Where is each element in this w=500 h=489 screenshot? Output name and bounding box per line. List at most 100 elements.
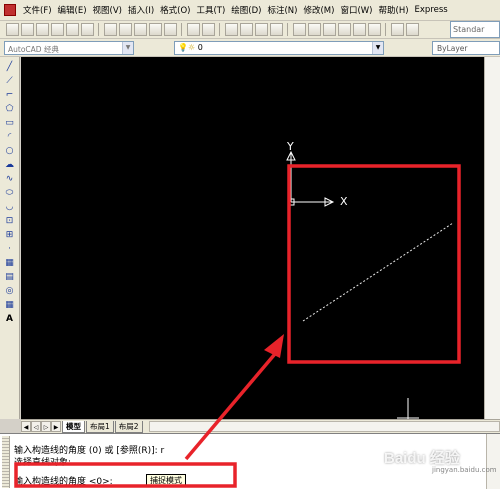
highlight-box-canvas	[287, 164, 461, 364]
command-prompt[interactable]: 输入构造线的角度 <0>:	[14, 474, 113, 487]
save-icon[interactable]	[36, 23, 49, 36]
polygon-icon[interactable]: ⬠	[3, 103, 17, 115]
menu-express[interactable]: Express	[412, 5, 451, 15]
crosshair-cursor	[397, 398, 419, 419]
pan-icon[interactable]	[225, 23, 238, 36]
tab-layout1[interactable]: 布局1	[86, 420, 114, 433]
toolbar-separator	[287, 23, 291, 36]
gradient-icon[interactable]: ▤	[3, 271, 17, 283]
menu-view[interactable]: 视图(V)	[90, 4, 125, 16]
canvas-graphics: Y X	[286, 140, 461, 419]
redo-icon[interactable]	[202, 23, 215, 36]
spline-icon[interactable]: ∿	[3, 173, 17, 185]
vertical-scrollbar[interactable]	[484, 57, 500, 419]
ellipse-icon[interactable]: ⬭	[3, 187, 17, 199]
publish-icon[interactable]	[81, 23, 94, 36]
toolbar-separator	[219, 23, 223, 36]
drawing-canvas[interactable]: Y X	[21, 57, 484, 419]
arc-icon[interactable]: ◜	[3, 131, 17, 143]
autocad-app-icon[interactable]	[4, 4, 16, 16]
command-window-grip[interactable]	[2, 436, 10, 488]
circle-icon[interactable]: ○	[3, 145, 17, 157]
command-history-line: 选择直线对象:	[14, 458, 72, 468]
command-scrollbar[interactable]	[486, 434, 500, 489]
text-style-combo[interactable]: Standar	[450, 21, 500, 38]
horizontal-scrollbar[interactable]	[148, 421, 500, 432]
zoom-realtime-icon[interactable]	[240, 23, 253, 36]
preview-icon[interactable]	[66, 23, 79, 36]
chevron-down-icon[interactable]: ▼	[122, 41, 133, 54]
menu-edit[interactable]: 编辑(E)	[55, 4, 90, 16]
make-block-icon[interactable]: ⊞	[3, 229, 17, 241]
print-icon[interactable]	[51, 23, 64, 36]
text-style-icon[interactable]	[406, 23, 419, 36]
layer-combo[interactable]: 💡☼ 0 ▼	[174, 40, 384, 55]
menu-bar: 文件(F) 编辑(E) 视图(V) 插入(I) 格式(O) 工具(T) 绘图(D…	[0, 0, 500, 21]
color-combo-value: ByLayer	[437, 44, 468, 53]
undo-icon[interactable]	[187, 23, 200, 36]
toolbar-separator	[181, 23, 185, 36]
construction-line-icon[interactable]: ⟋	[3, 75, 17, 87]
layout-tabs-bar: ◀ ◁ ▷ ▶ 模型 布局1 布局2	[21, 419, 500, 433]
watermark: Baidu 经验	[384, 450, 460, 467]
zoom-previous-icon[interactable]	[270, 23, 283, 36]
design-center-icon[interactable]	[308, 23, 321, 36]
zoom-window-icon[interactable]	[255, 23, 268, 36]
properties-icon[interactable]	[293, 23, 306, 36]
watermark-url: jingyan.baidu.com	[432, 466, 497, 474]
chevron-down-icon[interactable]: ▼	[372, 41, 383, 54]
new-file-icon[interactable]	[6, 23, 19, 36]
draw-toolbar: ╱ ⟋ ⌐ ⬠ ▭ ◜ ○ ☁ ∿ ⬭ ◡ ⊡ ⊞ · ▦ ▤ ◎ ▦ A	[0, 57, 20, 419]
layer-state-icons: 💡☼	[178, 42, 196, 52]
color-combo[interactable]: ByLayer	[432, 41, 500, 55]
block-editor-icon[interactable]	[164, 23, 177, 36]
standard-toolbar: Standar	[0, 21, 500, 39]
copy-icon[interactable]	[119, 23, 132, 36]
last-tab-icon[interactable]: ▶	[51, 421, 61, 432]
workspace-combo-value: AutoCAD 经典	[8, 44, 59, 54]
revision-cloud-icon[interactable]: ☁	[3, 159, 17, 171]
menu-tools[interactable]: 工具(T)	[193, 4, 228, 16]
region-icon[interactable]: ◎	[3, 285, 17, 297]
sheet-set-icon[interactable]	[338, 23, 351, 36]
cut-icon[interactable]	[104, 23, 117, 36]
menu-file[interactable]: 文件(F)	[20, 4, 55, 16]
line-icon[interactable]: ╱	[3, 61, 17, 73]
paste-icon[interactable]	[134, 23, 147, 36]
open-file-icon[interactable]	[21, 23, 34, 36]
ucs-x-label: X	[340, 195, 348, 208]
hatch-icon[interactable]: ▦	[3, 257, 17, 269]
ucs-y-label: Y	[286, 140, 294, 153]
menu-help[interactable]: 帮助(H)	[376, 4, 412, 16]
menu-insert[interactable]: 插入(I)	[125, 4, 157, 16]
workspace-combo[interactable]: AutoCAD 经典 ▼	[4, 40, 134, 55]
toolbar-separator	[98, 23, 102, 36]
menu-modify[interactable]: 修改(M)	[300, 4, 337, 16]
help-icon[interactable]	[391, 23, 404, 36]
multiline-text-icon[interactable]: A	[3, 313, 17, 325]
layer-combo-value: 0	[197, 42, 203, 52]
match-properties-icon[interactable]	[149, 23, 162, 36]
polyline-icon[interactable]: ⌐	[3, 89, 17, 101]
ucs-icon	[286, 150, 335, 207]
tab-model[interactable]: 模型	[62, 420, 85, 433]
layers-toolbar: AutoCAD 经典 ▼ 💡☼ 0 ▼ ByLayer	[0, 39, 500, 57]
first-tab-icon[interactable]: ◀	[21, 421, 31, 432]
menu-format[interactable]: 格式(O)	[157, 4, 193, 16]
calculator-icon[interactable]	[368, 23, 381, 36]
menu-dimension[interactable]: 标注(N)	[264, 4, 300, 16]
next-tab-icon[interactable]: ▷	[41, 421, 51, 432]
menu-draw[interactable]: 绘图(D)	[228, 4, 264, 16]
construction-line[interactable]	[302, 222, 454, 322]
point-icon[interactable]: ·	[3, 243, 17, 255]
tab-layout2[interactable]: 布局2	[114, 420, 143, 433]
rectangle-icon[interactable]: ▭	[3, 117, 17, 129]
table-icon[interactable]: ▦	[3, 299, 17, 311]
prev-tab-icon[interactable]: ◁	[31, 421, 41, 432]
tool-palettes-icon[interactable]	[323, 23, 336, 36]
snap-mode-tooltip: 捕捉模式	[146, 474, 186, 486]
insert-block-icon[interactable]: ⊡	[3, 215, 17, 227]
menu-window[interactable]: 窗口(W)	[337, 4, 375, 16]
ellipse-arc-icon[interactable]: ◡	[3, 201, 17, 213]
markup-icon[interactable]	[353, 23, 366, 36]
